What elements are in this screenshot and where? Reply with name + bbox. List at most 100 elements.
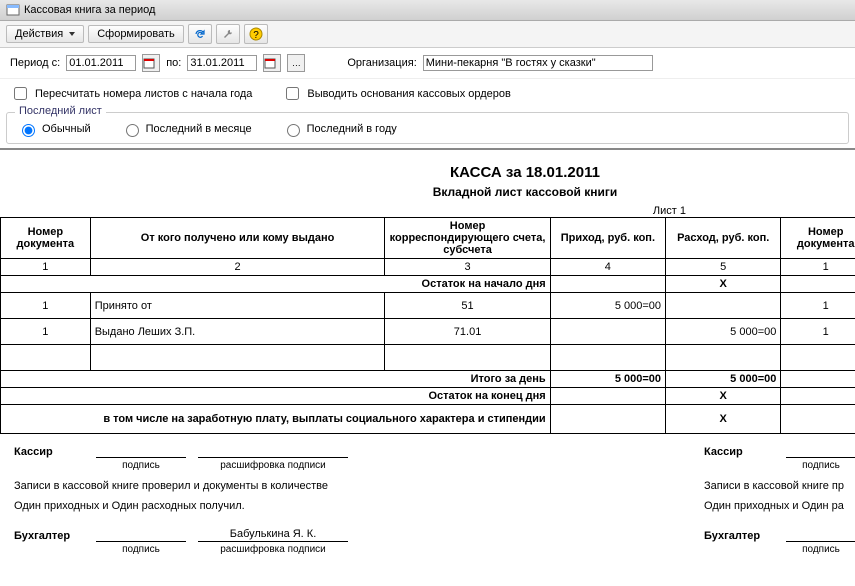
accountant-sign-line [96, 528, 186, 542]
calendar-icon [143, 57, 155, 69]
org-input[interactable] [423, 55, 653, 71]
checkbox-row: Пересчитать номера листов с начала года … [0, 79, 855, 108]
accountant-label: Бухгалтер [14, 530, 84, 542]
document-area[interactable]: КАССА за 18.01.2011 Вкладной лист кассов… [0, 148, 855, 567]
period-from-label: Период с: [10, 57, 60, 69]
r2-acct: 71.01 [385, 319, 550, 345]
radio-year[interactable] [287, 124, 300, 137]
colnum-4: 4 [550, 259, 665, 276]
salary-note2: в том числе на социал [781, 405, 855, 434]
decode-caption2: расшифровка подписи [198, 544, 348, 555]
r2-income [550, 319, 665, 345]
verify-note2b: Один приходных и Один ра [704, 499, 855, 513]
decode-caption: расшифровка подписи [198, 460, 348, 471]
accountant-label2: Бухгалтер [704, 530, 774, 542]
colnum-2: 2 [90, 259, 385, 276]
filter-row: Период с: по: … Организация: [0, 48, 855, 79]
day-total-label: Итого за день [1, 371, 551, 388]
day-total-income: 5 000=00 [550, 371, 665, 388]
verify-note1: Записи в кассовой книге проверил и докум… [14, 479, 676, 493]
day-total-expense: 5 000=00 [666, 371, 781, 388]
sign-caption: подпись [96, 460, 186, 471]
calendar-from-button[interactable] [142, 54, 160, 72]
r2-desc: Выдано Леших З.П. [90, 319, 385, 345]
actions-label: Действия [15, 28, 63, 40]
radio-month-label: Последний в месяце [146, 123, 252, 135]
end-balance-x: Х [666, 388, 781, 405]
radio-year-label: Последний в году [307, 123, 397, 135]
chevron-down-icon [69, 32, 75, 36]
cashier-sign-line [96, 444, 186, 458]
r1-num2: 1 [781, 293, 855, 319]
recalc-label: Пересчитать номера листов с начала года [35, 88, 252, 100]
window-title: Кассовая книга за период [24, 4, 155, 16]
end-balance-label: Остаток на конец дня [1, 388, 551, 405]
th-docnum: Номер документа [1, 218, 91, 259]
verify-note1b: Записи в кассовой книге пр [704, 479, 855, 493]
period-to-label: по: [166, 57, 181, 69]
r1-acct: 51 [385, 293, 550, 319]
r1-num: 1 [1, 293, 91, 319]
period-from-input[interactable] [66, 55, 136, 71]
group-title: Последний лист [15, 105, 106, 117]
app-icon [6, 3, 20, 17]
accountant-sign-line2 [786, 528, 855, 542]
actions-button[interactable]: Действия [6, 25, 84, 43]
kassa-table: Номер документа От кого получено или ком… [0, 217, 855, 434]
cashier-label2: Кассир [704, 446, 774, 458]
help-button[interactable]: ? [244, 24, 268, 44]
sign-caption3: подпись [786, 460, 855, 471]
salary-note: в том числе на заработную плату, выплаты… [1, 405, 551, 434]
r1-expense [666, 293, 781, 319]
th-income: Приход, руб. коп. [550, 218, 665, 259]
last-sheet-group: Последний лист Обычный Последний в месяц… [6, 112, 849, 144]
radio-normal-label: Обычный [42, 123, 91, 135]
cashier-label: Кассир [14, 446, 84, 458]
salary-x: Х [666, 405, 781, 434]
generate-label: Сформировать [97, 28, 175, 40]
ellipsis-button[interactable]: … [287, 54, 305, 72]
r2-num2: 1 [781, 319, 855, 345]
colnum-1b: 1 [781, 259, 855, 276]
org-label: Организация: [347, 57, 416, 69]
settings-button[interactable] [216, 24, 240, 44]
sign-caption4: подпись [786, 544, 855, 555]
doc-subtitle: Вкладной лист кассовой книги [0, 185, 855, 199]
period-to-input[interactable] [187, 55, 257, 71]
radio-month[interactable] [126, 124, 139, 137]
r1-desc: Принято от [90, 293, 385, 319]
wrench-icon [221, 27, 235, 41]
r1-income: 5 000=00 [550, 293, 665, 319]
svg-text:?: ? [253, 30, 259, 41]
output-basis-label: Выводить основания кассовых ордеров [307, 88, 510, 100]
th-docnum2: Номер документа [781, 218, 855, 259]
cashier-sign-line2 [786, 444, 855, 458]
doc-title: КАССА за 18.01.2011 [0, 164, 855, 181]
help-icon: ? [249, 27, 263, 41]
refresh-button[interactable] [188, 24, 212, 44]
accountant-name: Бабулькина Я. К. [198, 528, 348, 542]
r2-expense: 5 000=00 [666, 319, 781, 345]
colnum-3: 3 [385, 259, 550, 276]
recalc-checkbox[interactable] [14, 87, 27, 100]
sheet-number: Лист 1 [0, 205, 690, 217]
start-balance-label: Остаток на начало дня [1, 276, 551, 293]
th-acct: Номер корреспондирующего счета, субсчета [385, 218, 550, 259]
refresh-icon [193, 27, 207, 41]
verify-note2: Один приходных и Один расходных получил. [14, 499, 676, 513]
calendar-icon [264, 57, 276, 69]
r2-num: 1 [1, 319, 91, 345]
start-balance-x: Х [666, 276, 781, 293]
sign-caption2: подпись [96, 544, 186, 555]
toolbar: Действия Сформировать ? [0, 21, 855, 48]
calendar-to-button[interactable] [263, 54, 281, 72]
th-fromto: От кого получено или кому выдано [90, 218, 385, 259]
cashier-decode-line [198, 444, 348, 458]
colnum-5: 5 [666, 259, 781, 276]
generate-button[interactable]: Сформировать [88, 25, 184, 43]
radio-normal[interactable] [22, 124, 35, 137]
titlebar: Кассовая книга за период [0, 0, 855, 21]
th-expense: Расход, руб. коп. [666, 218, 781, 259]
signatures: Кассир подпись расшифровка подписи Запис… [0, 434, 855, 567]
output-basis-checkbox[interactable] [286, 87, 299, 100]
